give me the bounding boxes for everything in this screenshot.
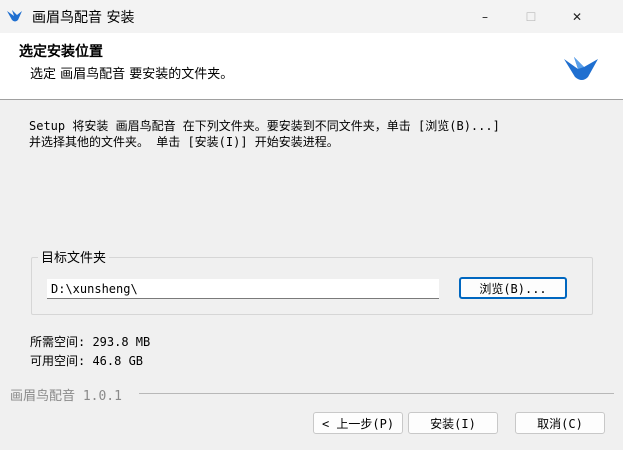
page-title: 选定安装位置 <box>19 44 103 60</box>
minimize-button[interactable]: – <box>462 0 508 33</box>
instructions-text: Setup 将安装 画眉鸟配音 在下列文件夹。要安装到不同文件夹，单击 [浏览(… <box>29 119 500 149</box>
bird-logo-icon <box>564 57 598 80</box>
installer-brand-text: 画眉鸟配音 1.0.1 <box>10 389 122 404</box>
required-space-text: 所需空间: 293.8 MB <box>30 335 151 349</box>
title-bar: 画眉鸟配音 安装 – ☐ ✕ <box>0 0 623 33</box>
available-space-text: 可用空间: 46.8 GB <box>30 354 144 368</box>
back-button[interactable]: < 上一步(P) <box>313 412 403 434</box>
browse-button[interactable]: 浏览(B)... <box>459 277 567 299</box>
install-path-input[interactable] <box>47 279 439 299</box>
page-subtitle: 选定 画眉鸟配音 要安装的文件夹。 <box>30 67 234 82</box>
footer-divider <box>139 393 614 394</box>
bird-logo-icon <box>7 10 22 22</box>
maximize-button[interactable]: ☐ <box>508 0 554 33</box>
window-title: 画眉鸟配音 安装 <box>32 10 135 26</box>
page-header: 选定安装位置 选定 画眉鸟配音 要安装的文件夹。 <box>0 33 623 100</box>
close-button[interactable]: ✕ <box>554 0 600 33</box>
destination-folder-label: 目标文件夹 <box>38 247 110 266</box>
install-button[interactable]: 安装(I) <box>408 412 498 434</box>
cancel-button[interactable]: 取消(C) <box>515 412 605 434</box>
